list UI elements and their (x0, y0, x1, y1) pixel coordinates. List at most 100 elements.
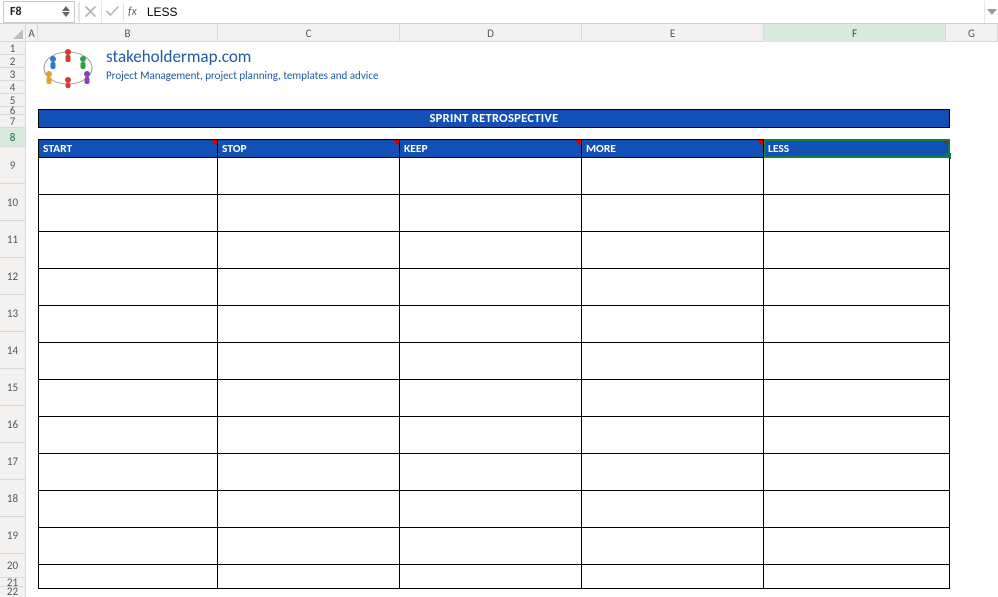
col-header-B[interactable]: B (38, 24, 218, 42)
cell[interactable] (38, 565, 218, 589)
name-box-steppers[interactable] (58, 6, 74, 17)
cell[interactable] (38, 380, 218, 417)
row-header[interactable]: 12 (0, 258, 25, 295)
cell[interactable] (582, 491, 764, 528)
cell[interactable] (218, 454, 400, 491)
row-header[interactable]: 14 (0, 332, 25, 369)
cancel-formula-button[interactable] (79, 1, 101, 23)
row-header[interactable]: 7 (0, 115, 25, 128)
cell[interactable] (582, 158, 764, 195)
row-header[interactable]: 17 (0, 443, 25, 480)
cell[interactable] (764, 232, 950, 269)
cell[interactable] (400, 195, 582, 232)
fx-label[interactable]: fx (124, 5, 143, 19)
row-header[interactable]: 8 (0, 128, 25, 147)
cell[interactable] (38, 417, 218, 454)
cell[interactable] (218, 565, 400, 589)
cell[interactable] (400, 380, 582, 417)
col-header-F[interactable]: F (764, 24, 946, 42)
cell[interactable] (38, 454, 218, 491)
cell[interactable] (582, 528, 764, 565)
cell[interactable] (218, 158, 400, 195)
cell[interactable] (218, 269, 400, 306)
cell[interactable] (764, 454, 950, 491)
cell[interactable] (764, 269, 950, 306)
row-header[interactable]: 10 (0, 184, 25, 221)
cell[interactable] (38, 195, 218, 232)
cell[interactable] (582, 565, 764, 589)
cell[interactable] (218, 491, 400, 528)
row-header[interactable]: 15 (0, 369, 25, 406)
cell[interactable] (582, 417, 764, 454)
col-header-G[interactable]: G (946, 24, 998, 42)
cell[interactable] (400, 232, 582, 269)
col-header-E[interactable]: E (582, 24, 764, 42)
row-header[interactable]: 19 (0, 517, 25, 554)
cell[interactable] (218, 528, 400, 565)
cell[interactable] (764, 306, 950, 343)
cell[interactable] (218, 417, 400, 454)
cell[interactable] (400, 269, 582, 306)
row-header[interactable]: 22 (0, 587, 25, 596)
cell[interactable] (218, 380, 400, 417)
name-box[interactable]: F8 (3, 1, 75, 23)
cell[interactable] (218, 195, 400, 232)
row-header[interactable]: 18 (0, 480, 25, 517)
cell[interactable] (400, 158, 582, 195)
cell[interactable] (764, 158, 950, 195)
row-header[interactable]: 20 (0, 554, 25, 578)
cell[interactable] (38, 343, 218, 380)
row-header[interactable]: 2 (0, 55, 25, 68)
enter-formula-button[interactable] (101, 1, 123, 23)
row-header[interactable]: 3 (0, 68, 25, 81)
cell[interactable] (218, 232, 400, 269)
cell[interactable] (400, 306, 582, 343)
cell[interactable] (764, 195, 950, 232)
cell[interactable] (38, 306, 218, 343)
cell[interactable] (582, 232, 764, 269)
select-all-corner[interactable] (0, 24, 26, 42)
cell[interactable] (400, 565, 582, 589)
cells-area[interactable]: stakeholdermap.com Project Management, p… (26, 42, 998, 597)
cell[interactable] (400, 343, 582, 380)
header-stop[interactable]: STOP (218, 140, 400, 158)
cell[interactable] (764, 343, 950, 380)
cell[interactable] (218, 306, 400, 343)
cell[interactable] (400, 454, 582, 491)
row-header[interactable]: 9 (0, 147, 25, 184)
cell[interactable] (764, 491, 950, 528)
comment-indicator-icon[interactable] (943, 140, 949, 146)
cell[interactable] (38, 528, 218, 565)
formula-input[interactable] (143, 1, 984, 23)
title-band[interactable]: SPRINT RETROSPECTIVE (38, 109, 950, 128)
expand-formula-bar-button[interactable] (984, 1, 998, 23)
col-header-D[interactable]: D (400, 24, 582, 42)
cell[interactable] (764, 380, 950, 417)
comment-indicator-icon[interactable] (211, 140, 217, 146)
cell[interactable] (582, 380, 764, 417)
cell[interactable] (400, 491, 582, 528)
cell[interactable] (38, 232, 218, 269)
row-header[interactable]: 13 (0, 295, 25, 332)
header-start[interactable]: START (38, 140, 218, 158)
row-header[interactable]: 16 (0, 406, 25, 443)
header-keep[interactable]: KEEP (400, 140, 582, 158)
cell[interactable] (400, 528, 582, 565)
header-less[interactable]: LESS (764, 140, 950, 158)
comment-indicator-icon[interactable] (575, 140, 581, 146)
cell[interactable] (582, 454, 764, 491)
cell[interactable] (764, 528, 950, 565)
col-header-C[interactable]: C (218, 24, 400, 42)
cell[interactable] (582, 269, 764, 306)
col-header-A[interactable]: A (26, 24, 38, 42)
cell[interactable] (582, 343, 764, 380)
cell[interactable] (218, 343, 400, 380)
cell[interactable] (400, 417, 582, 454)
comment-indicator-icon[interactable] (757, 140, 763, 146)
row-header[interactable]: 4 (0, 81, 25, 94)
cell[interactable] (38, 269, 218, 306)
comment-indicator-icon[interactable] (393, 140, 399, 146)
cell[interactable] (582, 306, 764, 343)
cell[interactable] (764, 417, 950, 454)
cell[interactable] (582, 195, 764, 232)
